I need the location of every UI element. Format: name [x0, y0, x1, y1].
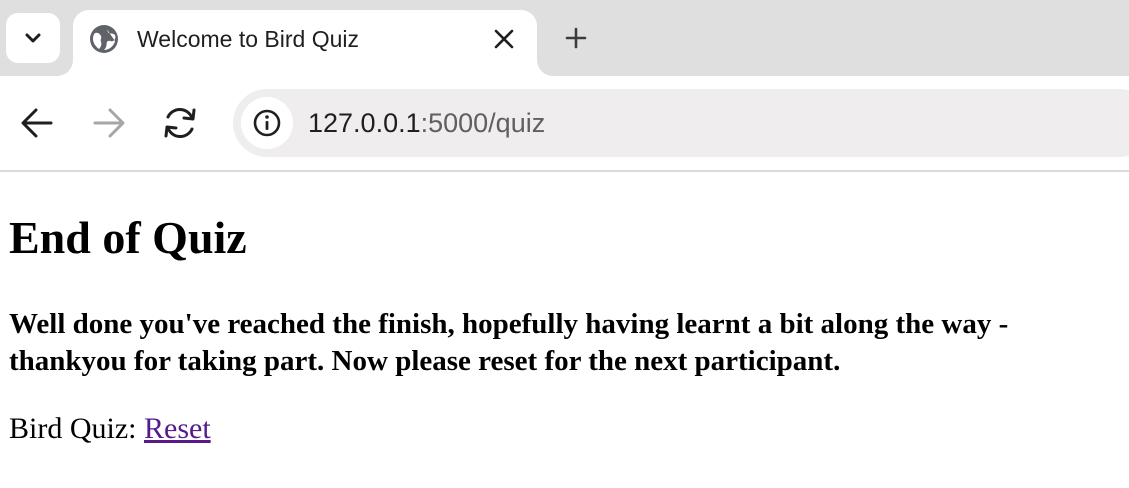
- tab-search-button[interactable]: [6, 13, 60, 63]
- close-icon: [494, 29, 514, 49]
- site-info-button[interactable]: [241, 97, 293, 149]
- new-tab-button[interactable]: [560, 22, 592, 54]
- reset-link[interactable]: Reset: [144, 412, 211, 445]
- reset-prefix: Bird Quiz:: [9, 412, 144, 445]
- reset-line: Bird Quiz: Reset: [9, 409, 211, 449]
- reload-button[interactable]: [160, 103, 200, 143]
- arrow-right-icon: [93, 108, 125, 138]
- page-content: End of Quiz Well done you've reached the…: [0, 172, 1129, 488]
- browser-toolbar: 127.0.0.1:5000/quiz: [0, 76, 1129, 172]
- arrow-left-icon: [21, 108, 53, 138]
- tab-strip: Welcome to Bird Quiz: [0, 0, 1129, 76]
- forward-button[interactable]: [89, 103, 129, 143]
- reload-icon: [164, 107, 196, 139]
- url-path: :5000/quiz: [420, 108, 546, 138]
- page-title: End of Quiz: [9, 212, 247, 263]
- url-text[interactable]: 127.0.0.1:5000/quiz: [308, 89, 545, 157]
- globe-icon: [90, 25, 118, 53]
- active-tab[interactable]: Welcome to Bird Quiz: [73, 10, 537, 76]
- tab-title: Welcome to Bird Quiz: [137, 26, 359, 52]
- chevron-down-icon: [25, 33, 41, 43]
- back-button[interactable]: [17, 103, 57, 143]
- info-icon: [253, 109, 281, 137]
- close-tab-button[interactable]: [489, 24, 519, 54]
- plus-icon: [565, 27, 587, 49]
- completion-message: Well done you've reached the finish, hop…: [9, 308, 1009, 377]
- address-bar[interactable]: 127.0.0.1:5000/quiz: [233, 89, 1129, 157]
- url-host: 127.0.0.1: [308, 108, 421, 138]
